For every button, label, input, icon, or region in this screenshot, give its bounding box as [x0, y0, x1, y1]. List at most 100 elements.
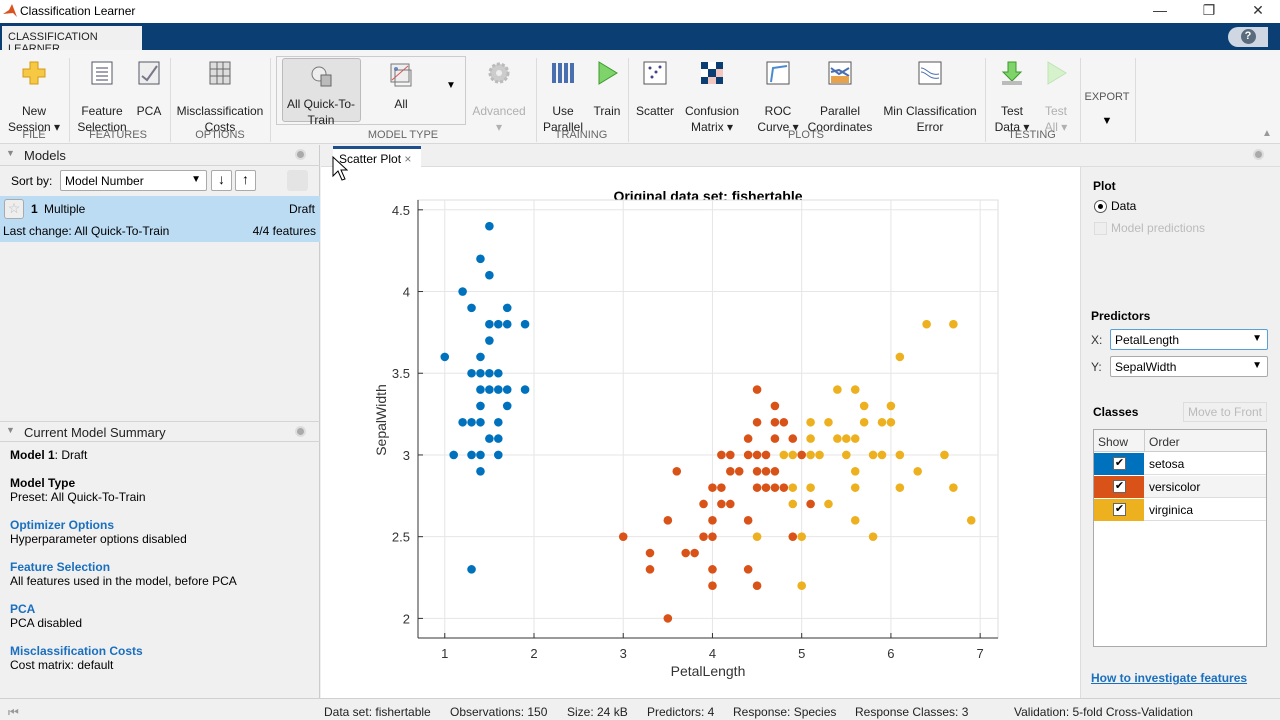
- status-size: Size: 24 kB: [567, 705, 628, 719]
- plot-area: [417, 199, 999, 639]
- data-point-versicolor: [761, 483, 771, 492]
- data-point-versicolor: [752, 450, 762, 460]
- class-show-checkbox[interactable]: ✔: [1113, 457, 1126, 470]
- data-point-versicolor: [743, 516, 753, 525]
- status-response-classes: Response Classes: 3: [855, 705, 969, 719]
- data-point-virginica: [940, 450, 949, 460]
- class-row-versicolor[interactable]: ✔ versicolor: [1094, 476, 1266, 498]
- data-point-versicolor: [708, 532, 717, 541]
- close-tab-icon[interactable]: ×: [404, 152, 411, 166]
- move-to-front-button[interactable]: Move to Front: [1183, 402, 1267, 422]
- y-label: Y:: [1091, 360, 1102, 374]
- status-validation: Validation: 5-fold Cross-Validation: [1014, 705, 1193, 719]
- star-icon[interactable]: ☆: [4, 199, 24, 219]
- title-bar: Classification Learner — ❐ ✕: [0, 0, 1280, 23]
- summary-cost-link[interactable]: Misclassification Costs: [10, 644, 143, 658]
- restore-icon[interactable]: ❐: [1194, 2, 1224, 19]
- data-point-setosa: [476, 401, 485, 411]
- data-point-virginica: [859, 417, 869, 427]
- data-radio[interactable]: [1094, 200, 1107, 213]
- data-point-versicolor: [645, 548, 655, 558]
- summary-optimizer-link[interactable]: Optimizer Options: [10, 518, 114, 532]
- data-point-virginica: [752, 532, 762, 541]
- scatter-chart[interactable]: Original data set: fishertable 1 2 3 4 5 6 722…: [330, 170, 1080, 695]
- model-list-item[interactable]: ☆ 1 Multiple Draft Last change: All Quic…: [0, 196, 320, 242]
- panel-options-icon[interactable]: [295, 426, 306, 437]
- class-show-checkbox[interactable]: ✔: [1113, 480, 1126, 493]
- document-options-icon[interactable]: [1253, 149, 1264, 160]
- data-point-virginica: [886, 401, 896, 411]
- data-point-versicolor: [717, 450, 726, 460]
- data-point-versicolor: [752, 417, 762, 427]
- tab-classification-learner[interactable]: CLASSIFICATION LEARNER: [2, 26, 142, 55]
- summary-model: Model 1: Draft: [10, 448, 88, 462]
- minimize-icon[interactable]: —: [1145, 2, 1175, 18]
- misclassification-costs-button[interactable]: Misclassification Costs: [165, 60, 275, 135]
- data-point-versicolor: [770, 434, 780, 443]
- data-point-versicolor: [663, 516, 673, 525]
- data-point-versicolor: [672, 466, 682, 476]
- investigate-features-link[interactable]: How to investigate features: [1091, 671, 1247, 685]
- y-tick-label: 4.5: [392, 203, 410, 218]
- data-point-setosa: [485, 434, 494, 443]
- data-point-versicolor: [770, 401, 780, 411]
- data-point-virginica: [806, 450, 815, 460]
- help-icon: ?: [1240, 29, 1256, 44]
- data-point-setosa: [440, 352, 450, 362]
- data-point-virginica: [922, 319, 931, 329]
- mouse-cursor-icon: [332, 156, 348, 181]
- class-show-checkbox[interactable]: ✔: [1113, 503, 1126, 516]
- status-bar: ⏮ Data set: fishertable Observations: 15…: [0, 698, 1280, 720]
- data-point-setosa: [502, 319, 512, 329]
- data-point-versicolor: [708, 516, 717, 525]
- help-button[interactable]: ?: [1228, 27, 1268, 47]
- collapse-left-icon[interactable]: ⏮: [8, 705, 19, 720]
- x-predictor-select[interactable]: PetalLength ▼: [1110, 329, 1268, 350]
- collapse-icon[interactable]: ▼: [6, 148, 15, 158]
- y-tick-label: 2.5: [392, 530, 410, 545]
- sort-label: Sort by:: [11, 174, 53, 188]
- class-name: virginica: [1149, 503, 1194, 517]
- y-axis-label: SepalWidth: [373, 384, 389, 456]
- delete-model-icon[interactable]: [287, 170, 308, 191]
- data-point-versicolor: [752, 483, 762, 492]
- all-models-button[interactable]: All: [346, 62, 456, 112]
- close-icon[interactable]: ✕: [1243, 2, 1273, 19]
- export-button[interactable]: EXPORT ▼: [1052, 89, 1162, 129]
- data-point-virginica: [877, 450, 887, 460]
- data-point-versicolor: [752, 385, 762, 394]
- sort-ascending-button[interactable]: ↑: [235, 170, 256, 191]
- data-point-virginica: [850, 385, 860, 394]
- x-tick-label: 4: [709, 646, 716, 661]
- data-point-setosa: [476, 450, 485, 460]
- models-header[interactable]: ▼ Models: [0, 145, 320, 166]
- sort-select[interactable]: Model Number ▼: [60, 170, 207, 191]
- data-point-setosa: [467, 450, 476, 460]
- parallel-coordinates-icon: [828, 61, 852, 85]
- class-row-setosa[interactable]: ✔ setosa: [1094, 453, 1266, 475]
- data-point-virginica: [850, 516, 860, 525]
- x-tick-label: 2: [530, 646, 537, 661]
- model-features: 4/4 features: [252, 224, 316, 238]
- summary-model-type: Preset: All Quick-To-Train: [10, 490, 146, 504]
- class-row-virginica[interactable]: ✔ virginica: [1094, 499, 1266, 521]
- model-predictions-checkbox[interactable]: [1094, 222, 1107, 235]
- data-point-versicolor: [761, 450, 771, 460]
- status-dataset: Data set: fishertable: [324, 705, 431, 719]
- summary-feature-link[interactable]: Feature Selection: [10, 560, 110, 574]
- panel-options-icon[interactable]: [295, 149, 306, 160]
- collapse-toolstrip-icon[interactable]: ▲: [1262, 128, 1272, 139]
- data-point-setosa: [476, 417, 485, 427]
- cost-matrix-icon: [209, 61, 231, 85]
- summary-pca-link[interactable]: PCA: [10, 602, 35, 616]
- y-predictor-select[interactable]: SepalWidth ▼: [1110, 356, 1268, 377]
- collapse-icon[interactable]: ▼: [6, 425, 15, 435]
- chevron-down-icon: ▼: [1252, 333, 1262, 344]
- data-point-setosa: [502, 303, 512, 313]
- model-predictions-label: Model predictions: [1111, 221, 1206, 235]
- sort-descending-button[interactable]: ↓: [211, 170, 232, 191]
- data-point-virginica: [788, 499, 798, 509]
- summary-optimizer: Hyperparameter options disabled: [10, 532, 187, 546]
- summary-header[interactable]: ▼ Current Model Summary: [0, 421, 320, 442]
- data-point-setosa: [520, 385, 530, 394]
